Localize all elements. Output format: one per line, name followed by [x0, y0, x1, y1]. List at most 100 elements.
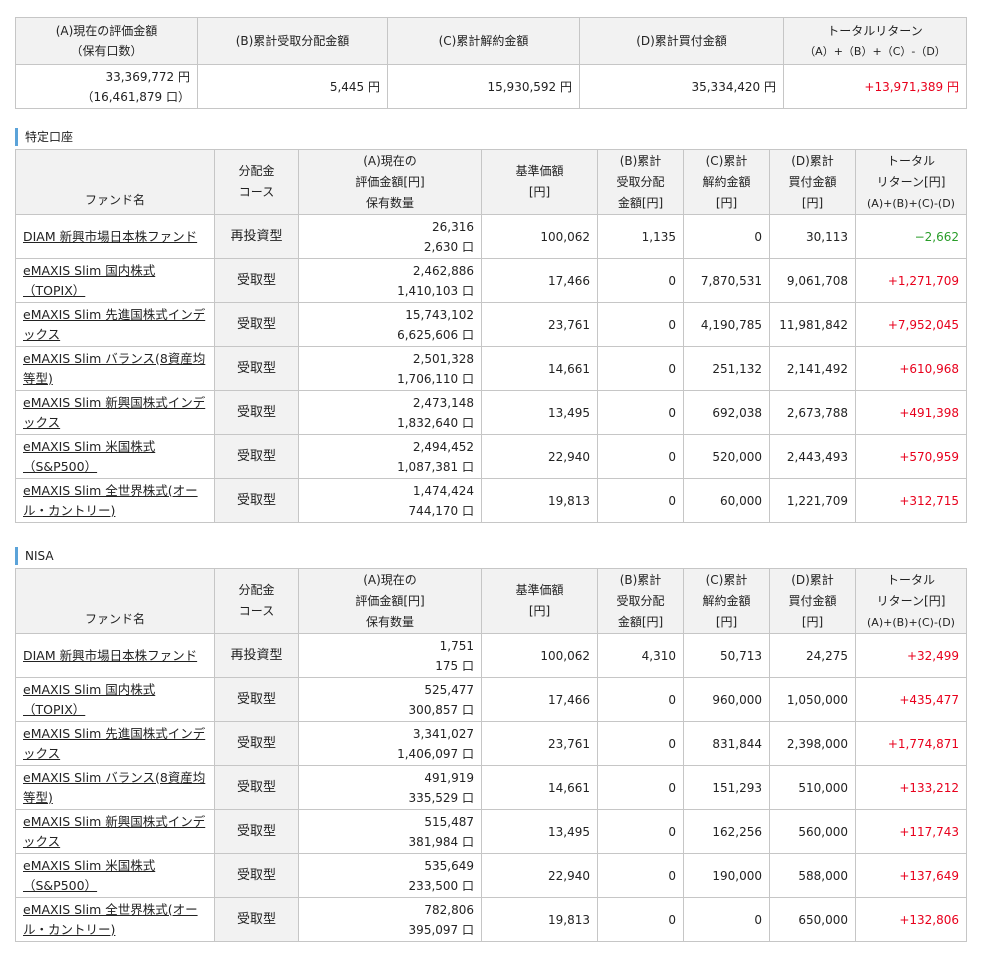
header-distribution: (B)累計 受取分配 金額[円]: [597, 568, 684, 634]
fund-name-link[interactable]: eMAXIS Slim 国内株式（TOPIX）: [23, 682, 155, 717]
course-cell: 受取型: [214, 434, 299, 479]
header-fund-name: ファンド名: [15, 568, 215, 634]
fund-name-link[interactable]: DIAM 新興市場日本株ファンド: [23, 648, 197, 663]
fund-name-link[interactable]: eMAXIS Slim バランス(8資産均等型): [23, 770, 205, 805]
fund-name-link[interactable]: eMAXIS Slim 先進国株式インデックス: [23, 726, 205, 761]
summary-value-total: +13,971,389 円: [783, 64, 967, 109]
header-course: 分配金 コース: [214, 149, 299, 215]
summary-header-a: (A)現在の評価金額 （保有口数）: [15, 17, 198, 65]
header-redemption: (C)累計 解約金額 [円]: [683, 568, 770, 634]
table-row: eMAXIS Slim 米国株式（S&P500） 受取型 2,494,452 1,08…: [15, 434, 967, 479]
fund-name-cell: eMAXIS Slim 全世界株式(オール・カントリー): [15, 478, 215, 523]
summary-header-total: トータルリターン （A）+（B）+（C）-（D）: [783, 17, 967, 65]
purchase-cell: 11,981,842: [769, 302, 856, 347]
total-return-cell: +1,774,871: [855, 721, 967, 766]
fund-header-row: ファンド名 分配金 コース (A)現在の 評価金額[円] 保有数量 基準価額 [円] (B)累計…: [15, 568, 967, 634]
table-row: eMAXIS Slim バランス(8資産均等型) 受取型 2,501,328 1,70…: [15, 346, 967, 391]
header-fund-name: ファンド名: [15, 149, 215, 215]
redemption-cell: 520,000: [683, 434, 770, 479]
summary-header-c: (C)累計解約金額: [387, 17, 580, 65]
summary-value-a: 33,369,772 円（16,461,879 口）: [15, 64, 198, 109]
course-cell: 受取型: [214, 390, 299, 435]
table-row: eMAXIS Slim 新興国株式インデックス 受取型 2,473,148 1,832…: [15, 390, 967, 435]
total-return-cell: +570,959: [855, 434, 967, 479]
header-valuation: (A)現在の 評価金額[円] 保有数量: [298, 568, 482, 634]
course-cell: 受取型: [214, 897, 299, 942]
base-price-cell: 14,661: [481, 346, 598, 391]
distribution-cell: 0: [597, 478, 684, 523]
course-cell: 受取型: [214, 346, 299, 391]
purchase-cell: 510,000: [769, 765, 856, 810]
header-purchase: (D)累計 買付金額 [円]: [769, 149, 856, 215]
fund-name-link[interactable]: eMAXIS Slim 米国株式（S&P500）: [23, 439, 155, 474]
fund-name-cell: DIAM 新興市場日本株ファンド: [15, 633, 215, 678]
redemption-cell: 151,293: [683, 765, 770, 810]
fund-table-tokutei: ファンド名 分配金 コース (A)現在の 評価金額[円] 保有数量 基準価額 [円] (B)累計…: [15, 149, 967, 523]
distribution-cell: 0: [597, 721, 684, 766]
distribution-cell: 0: [597, 390, 684, 435]
fund-name-link[interactable]: eMAXIS Slim バランス(8資産均等型): [23, 351, 205, 386]
section-title-nisa: NISA: [15, 547, 54, 565]
purchase-cell: 560,000: [769, 809, 856, 854]
course-cell: 受取型: [214, 853, 299, 898]
fund-name-link[interactable]: eMAXIS Slim 新興国株式インデックス: [23, 395, 205, 430]
base-price-cell: 100,062: [481, 633, 598, 678]
valuation-cell: 491,919 335,529 口: [298, 765, 482, 810]
fund-name-cell: DIAM 新興市場日本株ファンド: [15, 214, 215, 259]
table-row: eMAXIS Slim 米国株式（S&P500） 受取型 535,649 233,50…: [15, 853, 967, 898]
valuation-cell: 15,743,102 6,625,606 口: [298, 302, 482, 347]
redemption-cell: 50,713: [683, 633, 770, 678]
course-cell: 再投資型: [214, 214, 299, 259]
redemption-cell: 0: [683, 897, 770, 942]
header-purchase: (D)累計 買付金額 [円]: [769, 568, 856, 634]
table-row: eMAXIS Slim 国内株式（TOPIX） 受取型 2,462,886 1,410…: [15, 258, 967, 303]
course-cell: 受取型: [214, 721, 299, 766]
base-price-cell: 22,940: [481, 434, 598, 479]
base-price-cell: 22,940: [481, 853, 598, 898]
base-price-cell: 13,495: [481, 390, 598, 435]
fund-name-cell: eMAXIS Slim 米国株式（S&P500）: [15, 853, 215, 898]
purchase-cell: 2,398,000: [769, 721, 856, 766]
fund-name-cell: eMAXIS Slim バランス(8資産均等型): [15, 346, 215, 391]
total-return-cell: +610,968: [855, 346, 967, 391]
distribution-cell: 0: [597, 258, 684, 303]
redemption-cell: 960,000: [683, 677, 770, 722]
summary-value-c: 15,930,592 円: [387, 64, 580, 109]
fund-name-link[interactable]: eMAXIS Slim 米国株式（S&P500）: [23, 858, 155, 893]
fund-name-cell: eMAXIS Slim 新興国株式インデックス: [15, 809, 215, 854]
fund-name-link[interactable]: eMAXIS Slim 全世界株式(オール・カントリー): [23, 483, 198, 518]
fund-name-link[interactable]: eMAXIS Slim 先進国株式インデックス: [23, 307, 205, 342]
table-row: eMAXIS Slim 先進国株式インデックス 受取型 15,743,102 6,62…: [15, 302, 967, 347]
summary-value-d: 35,334,420 円: [579, 64, 784, 109]
total-return-cell: +1,271,709: [855, 258, 967, 303]
fund-name-link[interactable]: eMAXIS Slim 全世界株式(オール・カントリー): [23, 902, 198, 937]
distribution-cell: 1,135: [597, 214, 684, 259]
table-row: eMAXIS Slim 全世界株式(オール・カントリー) 受取型 1,474,424…: [15, 478, 967, 523]
fund-name-cell: eMAXIS Slim 新興国株式インデックス: [15, 390, 215, 435]
purchase-cell: 30,113: [769, 214, 856, 259]
fund-name-link[interactable]: DIAM 新興市場日本株ファンド: [23, 229, 197, 244]
table-row: eMAXIS Slim 国内株式（TOPIX） 受取型 525,477 300,857…: [15, 677, 967, 722]
distribution-cell: 0: [597, 765, 684, 810]
distribution-cell: 0: [597, 853, 684, 898]
course-cell: 受取型: [214, 677, 299, 722]
fund-name-cell: eMAXIS Slim 全世界株式(オール・カントリー): [15, 897, 215, 942]
distribution-cell: 0: [597, 346, 684, 391]
total-return-cell: +133,212: [855, 765, 967, 810]
fund-name-cell: eMAXIS Slim 国内株式（TOPIX）: [15, 677, 215, 722]
fund-table-nisa: ファンド名 分配金 コース (A)現在の 評価金額[円] 保有数量 基準価額 [円] (B)累計…: [15, 568, 967, 942]
table-row: eMAXIS Slim バランス(8資産均等型) 受取型 491,919 335,52…: [15, 765, 967, 810]
fund-name-link[interactable]: eMAXIS Slim 国内株式（TOPIX）: [23, 263, 155, 298]
summary-table: (A)現在の評価金額 （保有口数） (B)累計受取分配金額 (C)累計解約金額 (…: [15, 17, 967, 109]
distribution-cell: 0: [597, 677, 684, 722]
redemption-cell: 0: [683, 214, 770, 259]
purchase-cell: 2,673,788: [769, 390, 856, 435]
valuation-cell: 535,649 233,500 口: [298, 853, 482, 898]
total-return-cell: +312,715: [855, 478, 967, 523]
summary-header-row: (A)現在の評価金額 （保有口数） (B)累計受取分配金額 (C)累計解約金額 (…: [15, 17, 967, 65]
fund-name-link[interactable]: eMAXIS Slim 新興国株式インデックス: [23, 814, 205, 849]
distribution-cell: 0: [597, 809, 684, 854]
table-row: eMAXIS Slim 先進国株式インデックス 受取型 3,341,027 1,406…: [15, 721, 967, 766]
base-price-cell: 100,062: [481, 214, 598, 259]
total-return-cell: +132,806: [855, 897, 967, 942]
